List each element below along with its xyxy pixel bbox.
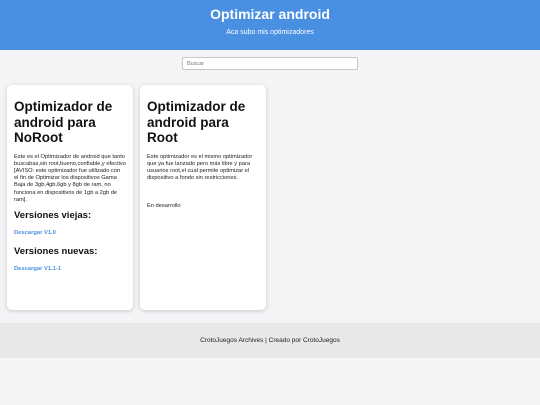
card-description: Este optimizador es el mismo optimizador… [147,153,253,182]
site-title: Optimizar android [210,6,330,22]
site-header: Optimizar android Aca subo mis optimizad… [0,0,540,50]
card-title: Optimizador de android para Root [147,99,246,145]
site-footer: CrotoJuegos Archives | Creado por CrotoJ… [0,323,540,358]
card-root: Optimizador de android para Root Este op… [140,85,266,310]
card-noroot: Optimizador de android para NoRoot Este … [7,85,133,310]
download-v1-0-link[interactable]: Descargar V1.0 [14,230,126,236]
download-v1-1-1-link[interactable]: Descargar V1.1-1 [14,266,126,272]
card-description: Este es el Optimizador de android que ta… [14,153,126,203]
card-title: Optimizador de android para NoRoot [14,99,113,145]
new-versions-heading: Versiones nuevas: [14,245,98,257]
old-versions-heading: Versiones viejas: [14,209,92,221]
footer-text: CrotoJuegos Archives | Creado por CrotoJ… [200,337,340,344]
site-subtitle: Aca subo mis optimizadores [226,29,314,36]
status-text: En desarrollo [147,203,181,210]
search-input[interactable] [182,57,358,70]
